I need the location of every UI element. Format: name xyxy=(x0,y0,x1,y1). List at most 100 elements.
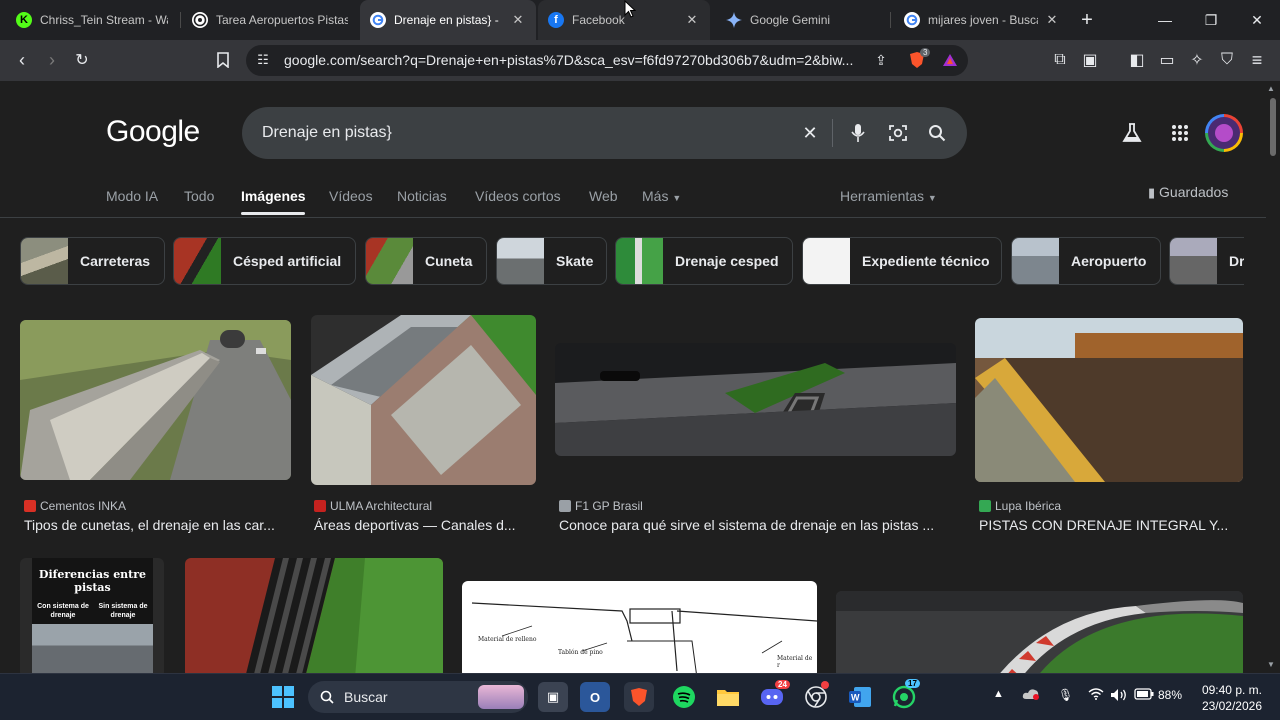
result-source-ulma[interactable]: ULMA Architectural xyxy=(314,499,432,513)
discord-icon[interactable]: 24 xyxy=(757,680,790,712)
whatsapp-icon[interactable]: 17 xyxy=(889,679,920,712)
search-icon[interactable] xyxy=(925,121,949,145)
close-window-button[interactable]: ✕ xyxy=(1234,0,1280,40)
url-text[interactable]: google.com/search?q=Drenaje+en+pistas%7D… xyxy=(284,52,864,68)
battery-icon[interactable] xyxy=(1134,688,1154,703)
tab-web[interactable]: Web xyxy=(589,188,618,204)
apps-grid-icon[interactable] xyxy=(1171,124,1189,147)
tab-kick[interactable]: K Chriss_Tein Stream - Wa xyxy=(6,0,178,40)
result-caption-lupa[interactable]: PISTAS CON DRENAJE INTEGRAL Y... xyxy=(979,517,1243,533)
taskbar-search[interactable]: Buscar xyxy=(308,681,528,713)
result-image-diagrama[interactable]: Material de relleno Tablón de pino Mater… xyxy=(462,581,817,673)
volume-icon[interactable] xyxy=(1110,688,1128,705)
result-image-diferencias[interactable]: Diferencias entre pistas Con sistema de … xyxy=(20,558,164,673)
result-source-inka[interactable]: Cementos INKA xyxy=(24,499,126,513)
scrollbar-thumb[interactable] xyxy=(1270,98,1276,156)
scroll-up-icon[interactable]: ▲ xyxy=(1267,84,1275,93)
chip-dr[interactable]: Dr xyxy=(1169,237,1244,285)
chip-skate[interactable]: Skate xyxy=(496,237,607,285)
tab-todo[interactable]: Todo xyxy=(184,188,214,204)
search-box[interactable]: Drenaje en pistas} ✕ xyxy=(242,107,967,159)
close-tab-icon[interactable]: ✕ xyxy=(510,12,526,28)
windows-start-icon[interactable] xyxy=(268,682,298,712)
leo-ai-icon[interactable]: ✧ xyxy=(1184,47,1210,73)
site-settings-icon[interactable]: ☷ xyxy=(250,47,276,73)
word-icon[interactable]: W xyxy=(845,682,875,712)
chip-carreteras[interactable]: Carreteras xyxy=(20,237,165,285)
brave-shields-icon[interactable]: 3 xyxy=(904,47,931,73)
result-image-cunetas[interactable] xyxy=(20,320,291,480)
tools-button[interactable]: Herramientas ▼ xyxy=(840,188,937,204)
result-source-f1[interactable]: F1 GP Brasil xyxy=(559,499,643,513)
saved-button[interactable]: ▮ Guardados xyxy=(1148,184,1228,201)
tray-overflow-icon[interactable]: ▲ xyxy=(993,688,1004,700)
clear-icon[interactable]: ✕ xyxy=(798,121,822,145)
labs-flask-icon[interactable] xyxy=(1121,122,1143,149)
onedrive-icon[interactable] xyxy=(1022,687,1040,704)
wifi-icon[interactable] xyxy=(1088,688,1104,703)
tab-mas[interactable]: Más ▼ xyxy=(642,188,681,204)
result-image-cesped-canal[interactable] xyxy=(185,558,443,673)
extensions-icon[interactable]: ⧉ xyxy=(1047,47,1073,73)
google-logo[interactable]: Google xyxy=(106,115,200,149)
tab-chatgpt[interactable]: Tarea Aeropuertos Pistas xyxy=(182,0,358,40)
clock-time: 09:40 p. m. xyxy=(1201,683,1262,697)
chip-expediente-tecnico[interactable]: Expediente técnico xyxy=(802,237,1002,285)
new-tab-button[interactable]: + xyxy=(1064,0,1110,40)
chrome-icon[interactable] xyxy=(801,681,831,712)
result-caption-ulma[interactable]: Áreas deportivas — Canales d... xyxy=(314,517,536,533)
minimize-button[interactable]: — xyxy=(1142,0,1188,40)
share-icon[interactable]: ⇪ xyxy=(868,47,894,73)
tab-gemini[interactable]: Google Gemini xyxy=(716,0,888,40)
close-tab-icon[interactable]: ✕ xyxy=(684,12,700,28)
chip-aeropuerto[interactable]: Aeropuerto xyxy=(1011,237,1161,285)
restore-button[interactable]: ❐ xyxy=(1188,0,1234,40)
vpn-icon[interactable]: ⛉ xyxy=(1214,47,1240,73)
source-name: F1 GP Brasil xyxy=(575,499,643,513)
active-tab-indicator xyxy=(241,212,305,215)
close-tab-icon[interactable]: ✕ xyxy=(1044,12,1060,28)
result-image-f1[interactable] xyxy=(555,343,956,456)
menu-icon[interactable]: ≡ xyxy=(1244,47,1270,73)
spotify-icon[interactable] xyxy=(669,682,699,712)
scroll-down-icon[interactable]: ▼ xyxy=(1267,660,1275,669)
tab-mijares[interactable]: mijares joven - Buscar c ✕ xyxy=(894,0,1070,40)
lens-camera-icon[interactable] xyxy=(886,121,910,145)
forward-icon[interactable]: › xyxy=(39,47,65,73)
chip-drenaje-cesped[interactable]: Drenaje cesped xyxy=(615,237,793,285)
outlook-icon[interactable]: O xyxy=(580,682,610,712)
result-source-lupa[interactable]: Lupa Ibérica xyxy=(979,499,1061,513)
tab-drenaje[interactable]: Drenaje en pistas} - ✕ xyxy=(360,0,536,40)
result-image-lupa[interactable] xyxy=(975,318,1243,482)
page-scrollbar[interactable] xyxy=(1266,81,1280,673)
brave-rewards-icon[interactable] xyxy=(937,47,963,73)
tab-modo-ia[interactable]: Modo IA xyxy=(106,188,158,204)
screenshot-icon[interactable]: ▣ xyxy=(1077,47,1103,73)
taskbar-search-label: Buscar xyxy=(344,689,388,705)
microphone-icon[interactable] xyxy=(846,121,870,145)
tab-videos[interactable]: Vídeos xyxy=(329,188,373,204)
result-image-ulma[interactable] xyxy=(311,315,536,485)
search-input[interactable]: Drenaje en pistas} xyxy=(262,124,392,142)
task-view-icon[interactable]: ▣ xyxy=(538,682,568,712)
chip-cuneta[interactable]: Cuneta xyxy=(365,237,487,285)
result-caption-inka[interactable]: Tipos de cunetas, el drenaje en las car.… xyxy=(24,517,290,533)
microphone-tray-icon[interactable]: 🎙 xyxy=(1058,688,1073,702)
tab-title: mijares joven - Buscar c xyxy=(928,13,1038,27)
tools-label: Herramientas xyxy=(840,188,925,204)
chip-cesped-artificial[interactable]: Césped artificial xyxy=(173,237,356,285)
wallet-icon[interactable]: ▭ xyxy=(1154,47,1180,73)
tab-videos-cortos[interactable]: Vídeos cortos xyxy=(475,188,561,204)
result-caption-f1[interactable]: Conoce para qué sirve el sistema de dren… xyxy=(559,517,955,533)
bookmark-icon[interactable] xyxy=(210,47,236,73)
file-explorer-icon[interactable] xyxy=(713,682,743,712)
clock[interactable]: 09:40 p. m. 23/02/2026 xyxy=(1200,682,1262,714)
tab-noticias[interactable]: Noticias xyxy=(397,188,447,204)
sidebar-icon[interactable]: ◧ xyxy=(1124,47,1150,73)
back-icon[interactable]: ‹ xyxy=(9,47,35,73)
brave-taskbar-icon[interactable] xyxy=(624,682,654,712)
tab-imagenes[interactable]: Imágenes xyxy=(241,188,306,204)
result-image-circuito[interactable] xyxy=(836,591,1243,673)
reload-icon[interactable]: ↻ xyxy=(69,47,95,73)
avatar[interactable] xyxy=(1205,114,1243,152)
